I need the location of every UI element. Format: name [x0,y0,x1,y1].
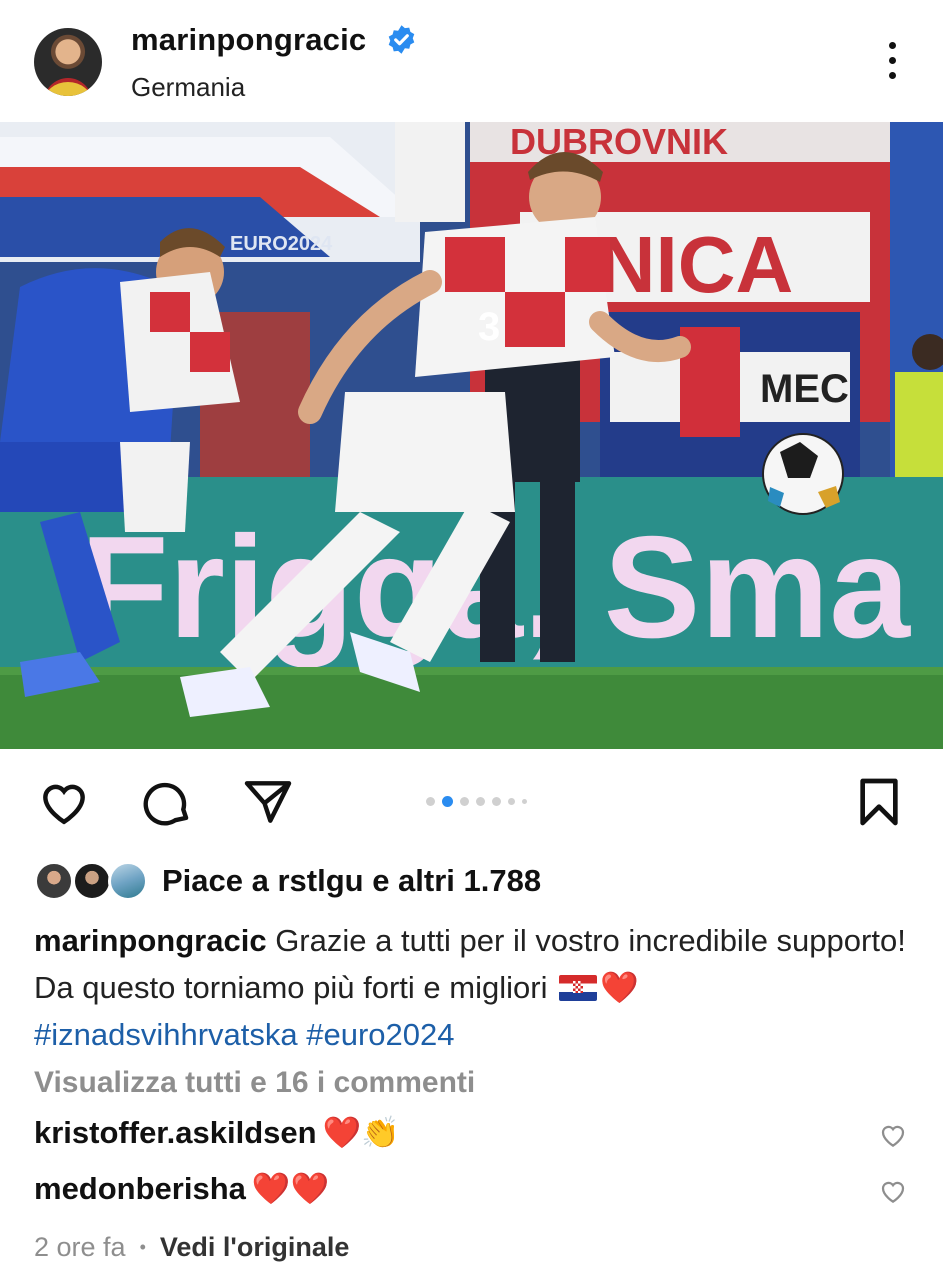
carousel-dot [426,796,435,806]
caption-hashtags[interactable]: #iznadsvihhrvatska #euro2024 [34,1017,455,1052]
post-timestamp: 2 ore fa [34,1232,126,1262]
carousel-dot [460,796,469,806]
carousel-indicator [426,795,527,807]
carousel-dot [476,796,485,806]
comment-row: medonberisha ❤️❤️ [34,1170,914,1220]
comment-like-heart-icon[interactable] [878,1120,908,1150]
like-heart-icon[interactable] [36,774,92,830]
likes-summary[interactable]: Piace a rstlgu e altri 1.788 [34,857,541,905]
banner-text-left: DUBROVNIK [510,122,728,162]
comment-like-heart-icon[interactable] [878,1176,908,1206]
liker-avatar [108,861,148,901]
caption-heart-emoji: ❤️ [600,970,639,1005]
post-photo[interactable]: EURO2024 DUBROVNIK RNICA MEC Frigga, Sma [0,122,943,749]
post-footer: 2 ore fa • Vedi l'originale [34,1232,349,1263]
post-username[interactable]: marinpongracic [131,22,366,58]
carousel-dot [492,796,501,806]
banner-text-right: MEC [760,367,849,411]
save-bookmark-icon[interactable] [851,774,907,830]
comment-text: ❤️👏 [322,1115,400,1150]
post-location[interactable]: Germania [131,72,245,103]
post-caption: marinpongracic Grazie a tutti per il vos… [34,917,914,1058]
verified-badge-icon [388,25,415,54]
comment-username[interactable]: kristoffer.askildsen [34,1115,317,1150]
see-original-link[interactable]: Vedi l'originale [160,1232,349,1263]
liker-avatar [72,861,112,901]
carousel-dot [508,797,515,805]
profile-avatar[interactable] [34,28,102,96]
share-icon[interactable] [240,774,296,830]
footer-separator: • [139,1237,146,1257]
carousel-dot-active [442,795,453,807]
comment-icon[interactable] [138,774,194,830]
liker-avatars [34,859,152,903]
comment-username[interactable]: medonberisha [34,1171,246,1206]
more-options-icon[interactable] [878,42,906,82]
post-actions [0,760,943,840]
player-number: 3 [478,305,500,349]
likes-count-text[interactable]: Piace a rstlgu e altri 1.788 [162,863,541,899]
croatia-flag-emoji [559,975,598,1001]
view-all-comments-link[interactable]: Visualizza tutti e 16 i commenti [34,1066,475,1100]
post-header: marinpongracic Germania [0,0,943,120]
liker-avatar [34,861,74,901]
carousel-dot [522,798,527,804]
comment-row: kristoffer.askildsen ❤️👏 [34,1114,914,1164]
comment-text: ❤️❤️ [251,1171,330,1206]
tournament-text: EURO2024 [230,233,333,255]
caption-username[interactable]: marinpongracic [34,923,267,958]
